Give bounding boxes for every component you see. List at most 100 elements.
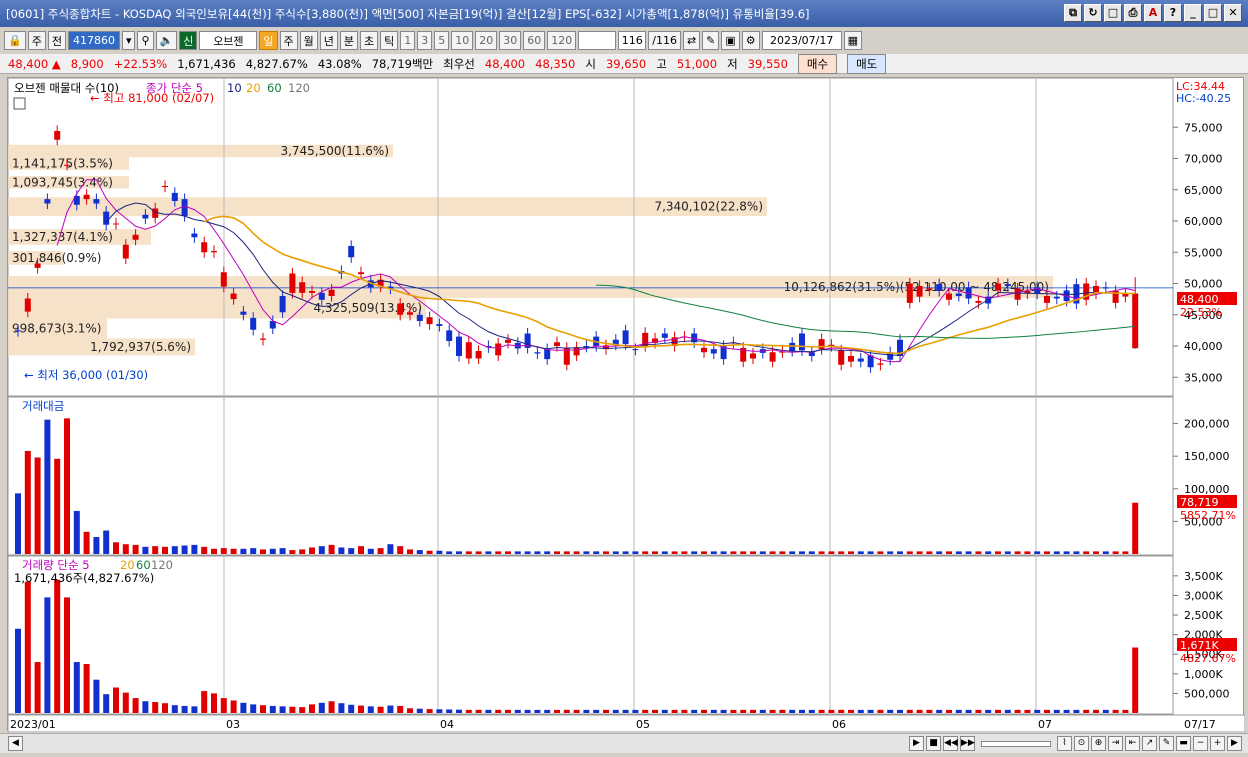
volume-bar — [44, 597, 51, 713]
candle-body — [309, 291, 315, 293]
volume-bar — [661, 709, 668, 713]
stock-chart-svg[interactable]: 3,745,500(11.6%)1,141,175(3.5%)1,093,745… — [7, 77, 1246, 733]
zoom-slider[interactable] — [981, 740, 1051, 747]
low-price: 39,550 — [747, 56, 788, 71]
candle-body — [54, 131, 61, 140]
date-input[interactable]: 2023/07/17 — [761, 31, 842, 50]
amount-bar — [1044, 551, 1050, 554]
price-change: 8,900 — [70, 56, 104, 71]
volume-bar — [191, 706, 198, 713]
arrow-tool-icon[interactable]: ↗ — [1142, 736, 1157, 751]
search-icon[interactable]: ⚲ — [137, 31, 154, 50]
minute-option[interactable]: 3 — [417, 31, 433, 50]
amount-bar — [338, 547, 345, 554]
help-icon[interactable]: ? — [1164, 4, 1182, 22]
refresh-icon[interactable]: ↻ — [1084, 4, 1102, 22]
candle-body — [93, 199, 100, 204]
price-tick-label: 65,000 — [1184, 184, 1223, 197]
expand-icon[interactable]: ⇤ — [1125, 736, 1140, 751]
scroll-left-icon[interactable]: ◀ — [8, 736, 23, 751]
interval-minute[interactable]: 분 — [339, 31, 358, 50]
compare-icon[interactable]: ⇄ — [682, 31, 701, 50]
x-label: 04 — [440, 718, 454, 731]
amount-bar — [230, 548, 237, 554]
stop-icon[interactable]: ■ — [926, 736, 941, 751]
minute-option[interactable]: 5 — [434, 31, 450, 50]
toolbar: 🔒 주 전 417860 ▾ ⚲ 🔈 신 오브젠 일 주 월 년 분 초 틱 1… — [0, 29, 1248, 52]
candle-body — [240, 311, 247, 315]
scroll-right-icon[interactable]: ▶ — [1227, 736, 1242, 751]
minus-icon[interactable]: − — [1193, 736, 1208, 751]
volume-bar — [171, 705, 178, 713]
shrink-icon[interactable]: ⇥ — [1108, 736, 1123, 751]
line-tool-icon[interactable]: ⌇ — [1057, 736, 1072, 751]
amount-bar — [240, 548, 247, 554]
minute-option[interactable]: 30 — [499, 31, 522, 50]
minute-option[interactable]: 10 — [451, 31, 474, 50]
volume-pct-tag: 4827.67% — [1180, 652, 1236, 665]
copy-icon[interactable]: □ — [1104, 4, 1122, 22]
interval-week[interactable]: 주 — [279, 31, 298, 50]
maximize-button[interactable]: □ — [1204, 4, 1222, 22]
minute-option[interactable]: 20 — [475, 31, 498, 50]
amount-bar — [495, 551, 502, 554]
lock-icon[interactable]: 🔒 — [4, 31, 26, 50]
chart-area[interactable]: 3,745,500(11.6%) 1,141,175(3.5%) 1,093,745… — [7, 77, 1246, 733]
volume-bar — [73, 662, 80, 713]
link-icon[interactable]: ⧉ — [1064, 4, 1082, 22]
rewind-icon[interactable]: ◀◀ — [943, 736, 958, 751]
amount-bar — [583, 551, 590, 554]
color-icon[interactable]: ▬ — [1176, 736, 1191, 751]
amount-bar — [1093, 551, 1099, 554]
candle-body — [505, 339, 511, 343]
amount-bar — [897, 551, 903, 554]
amount-bar — [289, 550, 296, 554]
all-button[interactable]: 전 — [47, 31, 66, 50]
x-label: 07 — [1038, 718, 1052, 731]
amount-bar — [789, 551, 796, 554]
minimize-button[interactable]: _ — [1184, 4, 1202, 22]
play-icon[interactable]: ▶ — [909, 736, 924, 751]
interval-day[interactable]: 일 — [259, 31, 278, 50]
settings-icon[interactable]: ⚙ — [741, 31, 760, 50]
grid-toggle-icon[interactable] — [13, 97, 26, 110]
chart-scrollbar[interactable]: ◀ ▶ ■ ◀◀ ▶▶ ⌇ ⊙ ⊕ ⇥ ⇤ ↗ ✎ ▬ − + ▶ — [0, 733, 1248, 753]
forward-icon[interactable]: ▶▶ — [960, 736, 975, 751]
interval-second[interactable]: 초 — [360, 31, 379, 50]
font-icon[interactable]: A — [1144, 4, 1162, 22]
amount-bar — [348, 548, 355, 554]
interval-tick[interactable]: 틱 — [380, 31, 399, 50]
price-tick-label: 55,000 — [1184, 246, 1223, 259]
minute-option[interactable]: 120 — [547, 31, 577, 50]
dropdown-icon[interactable]: ▾ — [121, 31, 136, 50]
print-icon[interactable]: ⎙ — [1124, 4, 1142, 22]
candle-body — [142, 214, 149, 219]
volume-bar — [642, 709, 649, 713]
buy-button[interactable]: 매수 — [797, 53, 838, 74]
save-icon[interactable]: ▣ — [721, 31, 740, 50]
volume-bar — [230, 700, 237, 713]
period-select[interactable]: 주 — [27, 31, 46, 50]
code-input[interactable]: 417860 — [67, 31, 120, 50]
volume-bar — [436, 709, 443, 713]
minute-option[interactable]: 1 — [400, 31, 416, 50]
speaker-icon[interactable]: 🔈 — [155, 31, 178, 50]
count-input[interactable]: 116 — [618, 31, 647, 50]
zoom-icon[interactable]: ⊕ — [1091, 736, 1106, 751]
candle-body — [808, 352, 815, 356]
stock-name[interactable]: 오브젠 — [199, 31, 258, 50]
pen-icon[interactable]: ✎ — [1159, 736, 1174, 751]
calendar-icon[interactable]: ▦ — [843, 31, 863, 50]
plus-icon[interactable]: + — [1210, 736, 1225, 751]
custom-minute-input[interactable] — [578, 31, 617, 50]
amount-bar — [603, 551, 609, 554]
volume-bar — [426, 709, 433, 713]
interval-month[interactable]: 월 — [299, 31, 318, 50]
close-button[interactable]: ✕ — [1224, 4, 1242, 22]
sell-button[interactable]: 매도 — [847, 53, 887, 74]
interval-year[interactable]: 년 — [319, 31, 338, 50]
candle-body — [799, 333, 805, 351]
crosshair-icon[interactable]: ⊙ — [1074, 736, 1089, 751]
chart-icon[interactable]: ✎ — [702, 31, 720, 50]
minute-option[interactable]: 60 — [523, 31, 546, 50]
